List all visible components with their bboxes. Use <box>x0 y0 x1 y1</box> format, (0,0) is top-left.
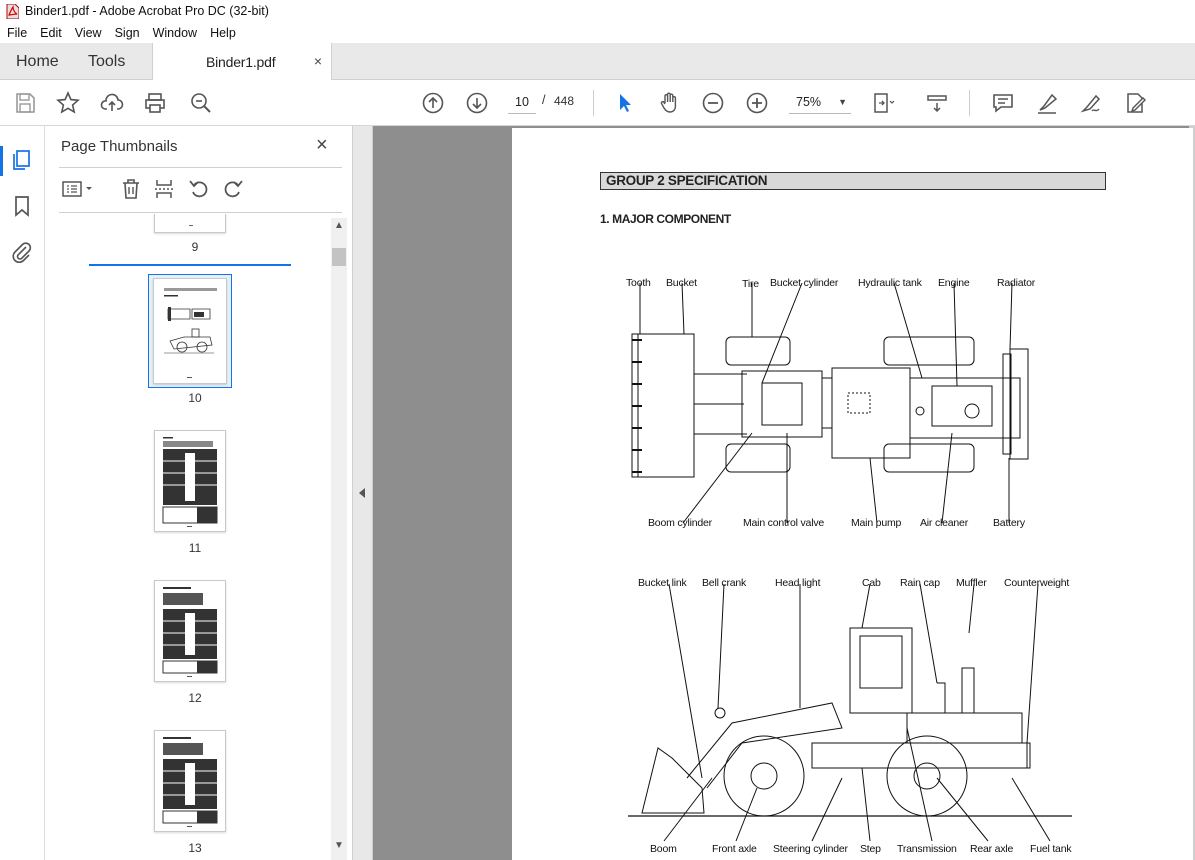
thumbnail-page-label: 10 <box>188 391 202 405</box>
page-thumbnail-12[interactable] <box>154 580 226 682</box>
menu-file[interactable]: File <box>0 26 33 40</box>
toolbar-divider <box>593 90 594 116</box>
panel-collapse-handle[interactable] <box>353 126 373 860</box>
arrow-up-icon[interactable] <box>420 90 446 116</box>
thumbnail-preview <box>162 737 218 827</box>
thumbnail-page-label: 11 <box>188 541 202 555</box>
tab-document[interactable]: Binder1.pdf × <box>152 43 332 81</box>
rotate-ccw-icon[interactable] <box>187 177 211 201</box>
scroll-up-icon[interactable]: ▲ <box>331 220 347 238</box>
fit-page-icon[interactable] <box>870 90 896 116</box>
page-separator: / <box>542 93 546 107</box>
panel-title: Page Thumbnails <box>61 138 178 155</box>
thumbnail-scrollbar[interactable]: ▲ ▼ <box>331 218 347 860</box>
minus-circle-icon[interactable] <box>700 90 726 116</box>
page-thumbnail-10[interactable] <box>153 278 227 384</box>
print-icon[interactable] <box>142 90 168 116</box>
main-toolbar: 10 / 448 75% ▼ <box>0 80 1195 126</box>
top-view-drawing <box>631 282 1029 524</box>
title-bar: Binder1.pdf - Adobe Acrobat Pro DC (32-b… <box>0 0 1195 22</box>
sign-icon[interactable] <box>1078 90 1104 116</box>
page-number-input[interactable]: 10 <box>508 90 536 114</box>
cursor-icon[interactable] <box>612 90 638 116</box>
plus-circle-icon[interactable] <box>744 90 770 116</box>
save-icon[interactable] <box>12 90 38 116</box>
bookmarks-icon[interactable] <box>10 194 34 218</box>
tab-bar: Home Tools Binder1.pdf × <box>0 43 1195 81</box>
zoom-value: 75% <box>796 95 822 109</box>
thumbnail-page-label: 12 <box>188 691 202 705</box>
page-thumbnail-11[interactable] <box>154 430 226 532</box>
zoom-select[interactable]: 75% ▼ <box>789 90 851 114</box>
hand-icon[interactable] <box>656 90 682 116</box>
toolbar-divider <box>969 90 970 116</box>
page-thumbnail-13[interactable] <box>154 730 226 832</box>
scroll-down-icon[interactable]: ▼ <box>331 840 347 858</box>
search-zoom-icon[interactable] <box>188 90 214 116</box>
side-view-drawing <box>628 583 1072 842</box>
comment-icon[interactable] <box>990 90 1016 116</box>
page-thumbnail-9[interactable] <box>154 214 226 233</box>
menu-window[interactable]: Window <box>146 26 203 40</box>
thumbnail-list: 9 10 11 12 13 <box>59 214 331 860</box>
highlighter-icon[interactable] <box>1034 90 1060 116</box>
arrow-down-icon[interactable] <box>464 90 490 116</box>
options-menu-icon[interactable] <box>61 177 95 201</box>
tab-document-label: Binder1.pdf <box>206 54 276 70</box>
tab-close-icon[interactable]: × <box>314 53 322 69</box>
scrollbar-thumb[interactable] <box>332 248 346 266</box>
thumbnail-page-label: 13 <box>188 841 202 855</box>
attachment-icon[interactable] <box>10 240 34 264</box>
chevron-left-icon <box>359 488 365 498</box>
thumbnail-preview <box>164 288 217 378</box>
thumbnail-page-label: 9 <box>191 240 199 254</box>
thumbnails-panel: Page Thumbnails × 9 10 11 12 13 ▲ ▼ <box>45 126 353 860</box>
insert-page-icon[interactable] <box>152 177 176 201</box>
scroll-mode-icon[interactable] <box>924 90 950 116</box>
chevron-down-icon: ▼ <box>838 97 847 107</box>
menu-edit[interactable]: Edit <box>33 26 68 40</box>
fill-sign-icon[interactable] <box>1122 90 1148 116</box>
rail-active-indicator <box>0 146 3 176</box>
thumbnail-preview <box>162 437 218 527</box>
left-rail <box>0 126 45 860</box>
window-title: Binder1.pdf - Adobe Acrobat Pro DC (32-b… <box>25 4 269 18</box>
tab-tools[interactable]: Tools <box>88 43 125 80</box>
acrobat-app-icon <box>6 3 19 19</box>
thumbnail-preview <box>162 587 218 677</box>
rotate-cw-icon[interactable] <box>221 177 245 201</box>
menu-view[interactable]: View <box>68 26 108 40</box>
page-thumbnails-icon[interactable] <box>10 148 34 172</box>
drop-indicator <box>89 264 291 266</box>
tab-home[interactable]: Home <box>16 43 59 80</box>
menu-bar: File Edit View Sign Window Help <box>0 22 1195 43</box>
menu-sign[interactable]: Sign <box>108 26 146 40</box>
trash-icon[interactable] <box>119 177 143 201</box>
page-total: 448 <box>554 94 575 108</box>
star-icon[interactable] <box>55 90 81 116</box>
menu-help[interactable]: Help <box>203 26 242 40</box>
divider <box>59 212 342 213</box>
cloud-upload-icon[interactable] <box>99 90 125 116</box>
wheel-loader-diagram <box>628 282 1072 842</box>
close-icon[interactable]: × <box>316 134 328 157</box>
divider <box>59 167 342 168</box>
pdf-page: GROUP 2 SPECIFICATION 1. MAJOR COMPONENT… <box>512 128 1193 860</box>
